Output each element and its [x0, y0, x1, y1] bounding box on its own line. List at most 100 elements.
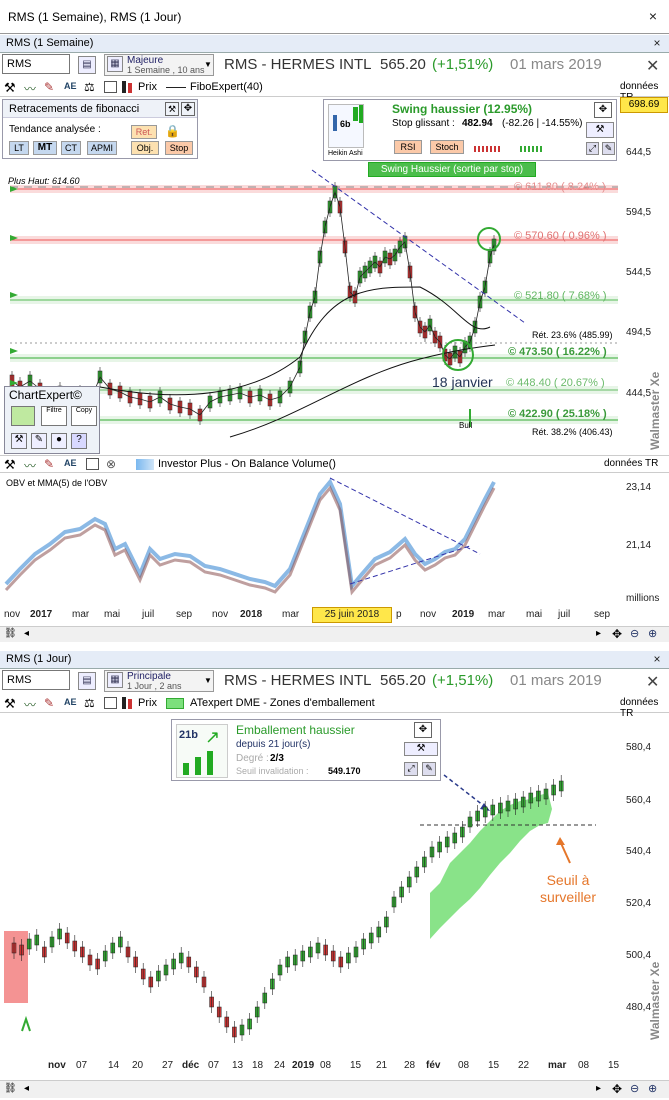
- filter-button[interactable]: Filtre: [41, 406, 67, 426]
- date-label: mar: [488, 609, 506, 620]
- retracement-label: Rét. 38.2% (406.43): [532, 427, 613, 437]
- pencil-icon[interactable]: ✎: [44, 457, 54, 471]
- scales-icon[interactable]: ⚖: [84, 696, 95, 710]
- obv-axis-label: 23,14: [626, 482, 652, 493]
- obv-indicator-name[interactable]: Investor Plus - On Balance Volume(): [158, 458, 336, 470]
- scales-icon[interactable]: ⚖: [84, 80, 95, 94]
- date-label: nov: [212, 609, 229, 620]
- close-top-panel-button[interactable]: ×: [648, 35, 666, 51]
- help-icon[interactable]: ?: [71, 433, 87, 449]
- ae-icon[interactable]: AE: [64, 81, 77, 91]
- scroll-right-icon[interactable]: ▸: [596, 1083, 601, 1094]
- pencil-icon[interactable]: ✎: [31, 433, 47, 449]
- chart-pencil-icon[interactable]: ✎: [422, 762, 436, 776]
- move-icon[interactable]: ✥: [181, 102, 195, 116]
- zoom-out-icon[interactable]: ⊖: [630, 627, 639, 640]
- obv-axis-label: 21,14: [626, 540, 652, 551]
- move-icon[interactable]: ✥: [414, 722, 432, 738]
- ae-icon[interactable]: AE: [64, 697, 77, 707]
- prix-label[interactable]: Prix: [138, 697, 157, 709]
- chartexpert-title: ChartExpert©: [9, 388, 82, 402]
- zoom-in-icon[interactable]: ⊕: [648, 627, 657, 640]
- scroll-left-icon[interactable]: ◂: [24, 1083, 29, 1094]
- zoom-in-icon[interactable]: ⊕: [648, 1082, 657, 1095]
- chart-zoom-icon[interactable]: ⤢: [586, 142, 599, 155]
- ha-bar-green: [353, 107, 358, 121]
- chart-wave-icon[interactable]: [11, 406, 35, 426]
- zoom-out-icon[interactable]: ⊖: [630, 1082, 639, 1095]
- close-window-button[interactable]: ×: [644, 8, 662, 26]
- link-icon[interactable]: ⛓: [4, 1083, 17, 1094]
- settings-icon[interactable]: ⚒: [4, 80, 16, 96]
- settings-icon[interactable]: ⚒: [4, 696, 16, 712]
- wrench-icon[interactable]: ⚒: [165, 102, 179, 116]
- candle-icon-red: [128, 699, 132, 709]
- book-icon[interactable]: ▤: [78, 56, 96, 74]
- book-icon[interactable]: ▤: [78, 672, 96, 690]
- swing-title: Swing haussier (12.95%): [392, 102, 533, 116]
- ret-button[interactable]: Ret.: [131, 125, 157, 139]
- mt-button[interactable]: MT: [33, 141, 57, 155]
- date-label: 07: [76, 1060, 88, 1071]
- date-label: 15: [488, 1060, 500, 1071]
- bottom-scrollbar[interactable]: ⛓ ◂ ▸ ✥ ⊖ ⊕: [0, 1080, 669, 1098]
- move-icon[interactable]: ✥: [594, 102, 612, 118]
- prix-label[interactable]: Prix: [138, 81, 157, 93]
- link-icon[interactable]: ⛓: [4, 628, 17, 639]
- ae-icon[interactable]: AE: [64, 458, 77, 468]
- copy-button[interactable]: Copy: [71, 406, 97, 426]
- pencil-icon[interactable]: ✎: [44, 80, 54, 94]
- scroll-left-icon[interactable]: ◂: [24, 628, 29, 639]
- candle-icon: [122, 81, 126, 93]
- dme-bar: [183, 763, 189, 775]
- pencil-icon[interactable]: ✎: [44, 696, 54, 710]
- obj-button[interactable]: Obj.: [131, 141, 159, 155]
- palette-icon[interactable]: ●: [51, 433, 67, 449]
- chart-zoom-icon[interactable]: ⤢: [404, 762, 418, 776]
- symbol-input[interactable]: RMS: [2, 670, 70, 690]
- obv-chart[interactable]: [0, 474, 669, 604]
- wave-icon[interactable]: 〰: [24, 80, 36, 97]
- symbol-input[interactable]: RMS: [2, 54, 70, 74]
- blank-box-icon[interactable]: [104, 697, 117, 709]
- current-price-tag: 698.69: [620, 97, 668, 113]
- close-circle-icon[interactable]: ⊗: [106, 457, 116, 471]
- blank-box-icon[interactable]: [104, 81, 117, 93]
- plus-haut-label: Plus Haut: 614.60: [8, 176, 80, 186]
- wrench-icon[interactable]: ⚒: [11, 433, 27, 449]
- close-bottom-panel-button[interactable]: ×: [648, 651, 666, 667]
- scroll-right-icon[interactable]: ▸: [596, 628, 601, 639]
- indicator-name[interactable]: ATexpert DME - Zones d'emballement: [190, 697, 375, 709]
- tools-icon[interactable]: ✕: [646, 56, 659, 76]
- date-label: juil: [558, 609, 571, 620]
- obv-chart-svg: [4, 477, 496, 596]
- pan-icon[interactable]: ✥: [612, 627, 622, 641]
- wrench-icon[interactable]: ⚒: [586, 122, 614, 138]
- pan-icon[interactable]: ✥: [612, 1082, 622, 1096]
- obv-label: OBV et MMA(5) de l'OBV: [6, 478, 108, 488]
- ct-button[interactable]: CT: [61, 141, 81, 155]
- tools-icon[interactable]: ✕: [646, 672, 659, 692]
- top-scrollbar[interactable]: ⛓ ◂ ▸ ✥ ⊖ ⊕: [0, 626, 669, 642]
- wave-icon[interactable]: 〰: [24, 457, 36, 474]
- weekly-date-axis: nov 2017 mar mai juil sep nov 2018 mar 2…: [0, 607, 669, 625]
- fibonacci-title: Retracements de fibonacci: [9, 103, 140, 115]
- date-label: 07: [208, 1060, 220, 1071]
- wave-icon[interactable]: 〰: [24, 696, 36, 713]
- apmi-button[interactable]: APMI: [87, 141, 117, 155]
- indicator-name[interactable]: FiboExpert(40): [190, 81, 263, 93]
- settings-icon[interactable]: ⚒: [4, 457, 16, 473]
- rsi-button[interactable]: RSI: [394, 140, 422, 154]
- up-arrow-icon: [21, 1015, 31, 1032]
- period-select[interactable]: ▦ Majeure 1 Semaine , 10 ans ▼: [104, 54, 214, 76]
- chart-pencil-icon[interactable]: ✎: [602, 142, 615, 155]
- fib-level-label: © 521.80 ( 7.68% ): [514, 290, 607, 302]
- lt-button[interactable]: LT: [9, 141, 29, 155]
- date-label: mar: [548, 1060, 567, 1071]
- stop-button[interactable]: Stop: [165, 141, 193, 155]
- wrench-icon[interactable]: ⚒: [404, 742, 438, 756]
- blank-box-icon[interactable]: [86, 458, 99, 470]
- lock-icon[interactable]: 🔒: [165, 124, 180, 138]
- period-select[interactable]: ▦ Principale 1 Jour , 2 ans ▼: [104, 670, 214, 692]
- stoch-button[interactable]: Stoch: [430, 140, 464, 154]
